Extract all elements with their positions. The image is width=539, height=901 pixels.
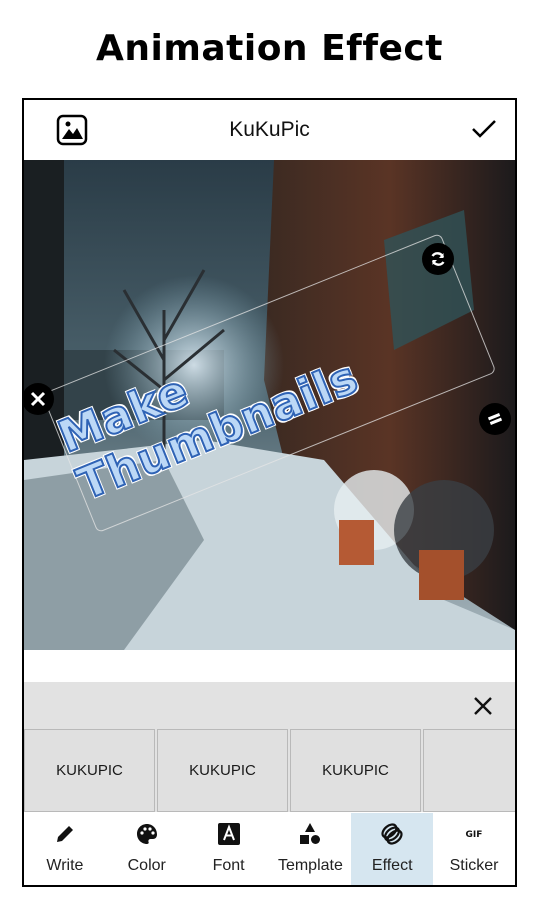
close-x-icon: [30, 391, 46, 407]
tool-tab-bar: Write Color Font Template Effect GIF Sti…: [24, 813, 515, 885]
sticker-resize-handle[interactable]: [479, 403, 511, 435]
tab-color[interactable]: Color: [106, 813, 188, 885]
close-x-icon: [474, 697, 492, 715]
effect-preset[interactable]: [423, 729, 515, 812]
tab-write[interactable]: Write: [24, 813, 106, 885]
spacer: [24, 650, 515, 682]
gif-icon: GIF: [461, 821, 487, 847]
tab-label: Sticker: [449, 857, 499, 874]
close-panel-button[interactable]: [471, 694, 495, 718]
effect-panel: KUKUPIC KUKUPIC KUKUPIC: [24, 682, 515, 812]
effect-preset[interactable]: KUKUPIC: [290, 729, 421, 812]
page-headline: Animation Effect: [96, 28, 443, 69]
tab-label: Font: [212, 857, 245, 874]
font-a-icon: [216, 821, 242, 847]
tab-label: Effect: [371, 857, 413, 874]
palette-icon: [134, 821, 160, 847]
photo-canvas[interactable]: Make Thumbnails: [24, 160, 515, 650]
effect-preset[interactable]: KUKUPIC: [157, 729, 288, 812]
done-button[interactable]: [469, 114, 499, 144]
tab-label: Template: [277, 857, 343, 874]
tab-template[interactable]: Template: [269, 813, 351, 885]
shapes-icon: [297, 821, 323, 847]
tab-font[interactable]: Font: [188, 813, 270, 885]
checkmark-icon: [472, 120, 496, 138]
svg-text:GIF: GIF: [466, 830, 483, 840]
rotate-arrows-icon: [431, 252, 445, 266]
rings-icon: [379, 821, 405, 847]
app-title: KuKuPic: [229, 118, 310, 141]
app-bar: KuKuPic: [24, 100, 515, 160]
gallery-button[interactable]: [56, 114, 88, 146]
effect-presets-list[interactable]: KUKUPIC KUKUPIC KUKUPIC: [24, 729, 515, 813]
pencil-icon: [52, 821, 78, 847]
app-screen: KuKuPic Make Thumbnails KUKUPIC KUKUPIC …: [22, 98, 517, 887]
effect-preset[interactable]: KUKUPIC: [24, 729, 155, 812]
sticker-rotate-handle[interactable]: [422, 243, 454, 275]
tab-label: Color: [127, 857, 166, 874]
tab-sticker[interactable]: GIF Sticker: [433, 813, 515, 885]
tab-label: Write: [46, 857, 84, 874]
tab-effect[interactable]: Effect: [351, 813, 434, 885]
image-gallery-icon: [56, 114, 88, 146]
resize-equals-icon: [487, 413, 503, 425]
